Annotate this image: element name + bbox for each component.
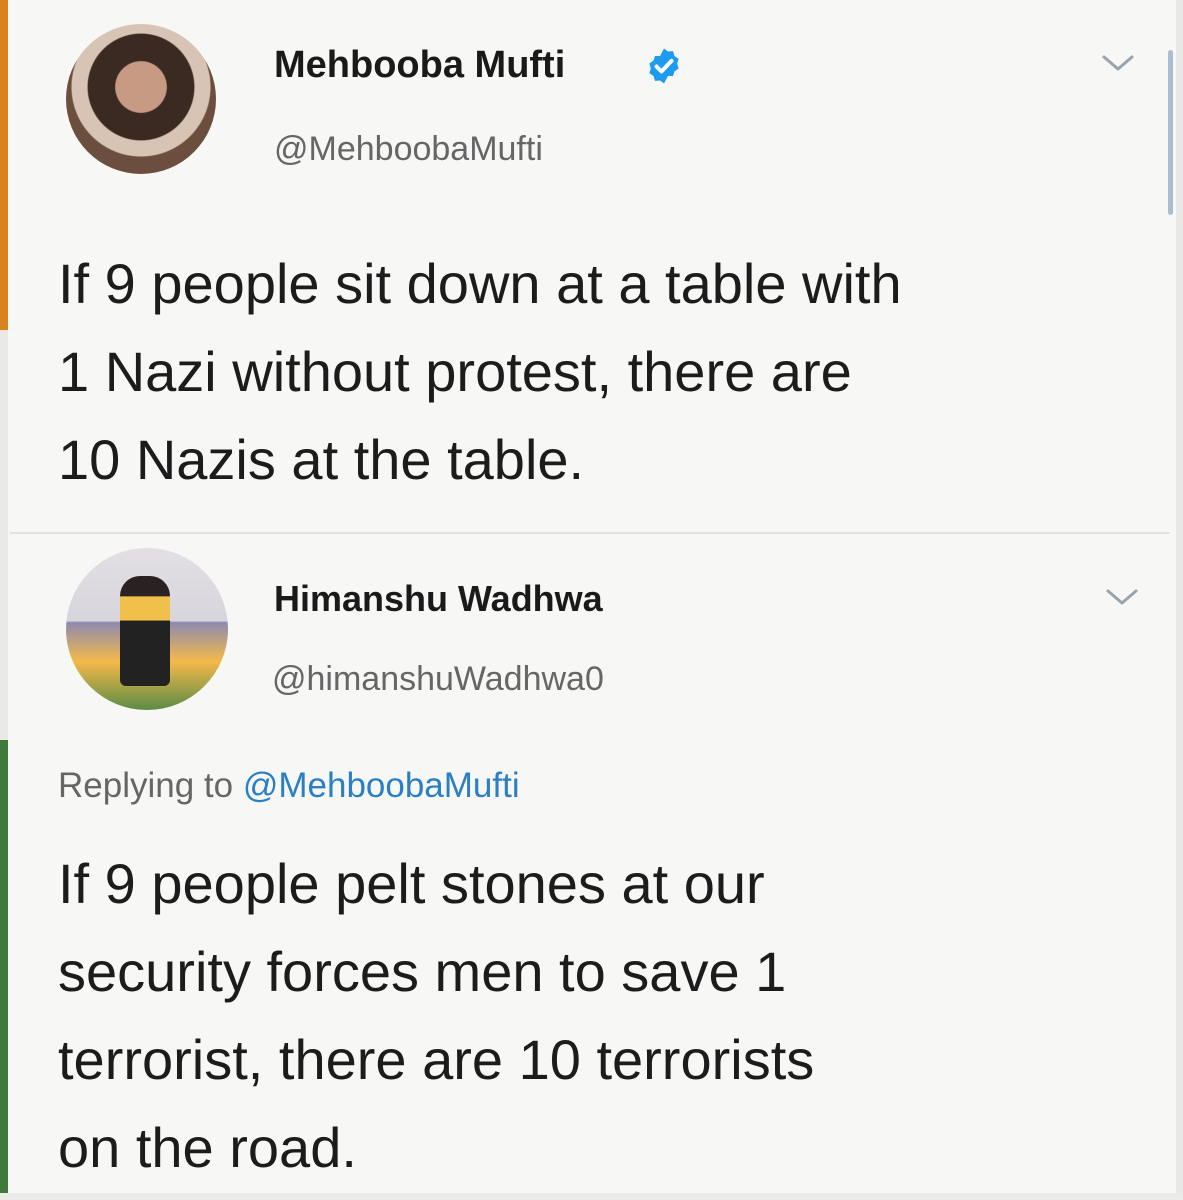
chevron-down-icon[interactable] [1100, 52, 1136, 74]
author-name[interactable]: Himanshu Wadhwa [274, 578, 603, 620]
right-border [1176, 0, 1183, 1200]
avatar[interactable] [66, 24, 216, 174]
left-border-orange [0, 0, 8, 330]
replying-to: Replying to @MehboobaMufti [58, 766, 520, 806]
tweet-text-line: If 9 people pelt stones at our [58, 852, 765, 915]
tweet-text-line: If 9 people sit down at a table with [58, 252, 902, 315]
replying-to-label: Replying to [58, 766, 243, 805]
left-border-green [0, 740, 8, 1200]
tweet-text: If 9 people pelt stones at our security … [58, 840, 814, 1192]
scrollbar-thumb[interactable] [1168, 50, 1173, 215]
screenshot-frame: Mehbooba Mufti @MehboobaMufti If 9 peopl… [0, 0, 1183, 1200]
tweet-text-line: 10 Nazis at the table. [58, 428, 585, 491]
replying-to-handle-link[interactable]: @MehboobaMufti [243, 766, 520, 805]
bottom-border [0, 1193, 1183, 1200]
chevron-down-icon[interactable] [1104, 586, 1140, 608]
author-handle[interactable]: @himanshuWadhwa0 [272, 660, 604, 699]
author-name[interactable]: Mehbooba Mufti [274, 44, 565, 87]
tweet-text: If 9 people sit down at a table with 1 N… [58, 240, 902, 504]
author-handle[interactable]: @MehboobaMufti [274, 130, 543, 169]
left-border-white [0, 330, 8, 740]
tweet-text-line: 1 Nazi without protest, there are [58, 340, 852, 403]
avatar-figure [120, 576, 170, 686]
tweet-divider [10, 532, 1170, 534]
tweet-text-line: on the road. [58, 1116, 357, 1179]
tweet-text-line: security forces men to save 1 [58, 940, 787, 1003]
avatar[interactable] [66, 548, 228, 710]
tweet-text-line: terrorist, there are 10 terrorists [58, 1028, 815, 1091]
verified-badge-icon [649, 48, 679, 84]
